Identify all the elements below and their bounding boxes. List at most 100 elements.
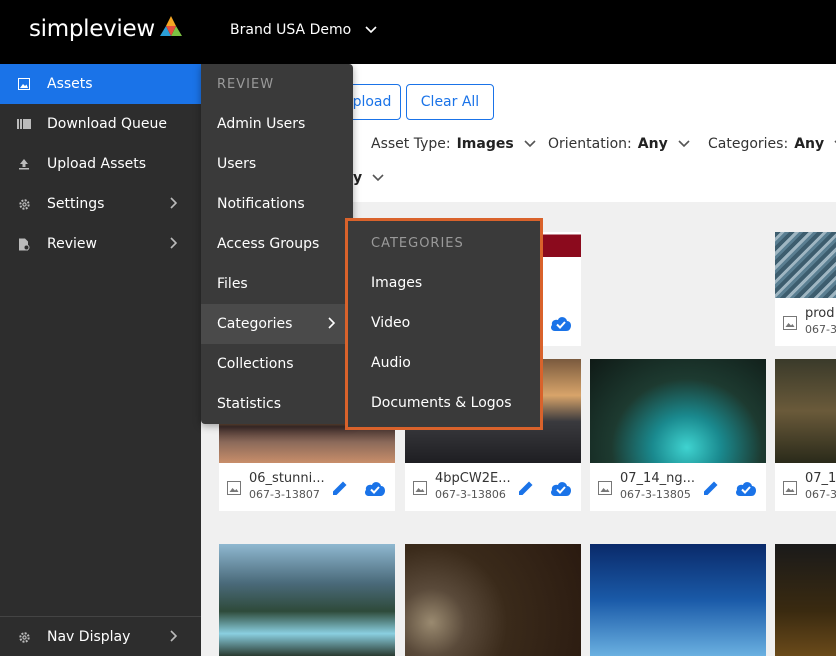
image-icon — [598, 481, 612, 495]
asset-card[interactable] — [775, 544, 836, 656]
brand-label: Brand USA Demo — [230, 22, 352, 38]
menu-item-label: Audio — [371, 355, 411, 371]
submenu-item-video[interactable]: Video — [350, 303, 538, 343]
categories-submenu: CATEGORIES Images Video Audio Documents … — [345, 218, 543, 430]
asset-code: 067-3-13807 — [249, 488, 320, 501]
asset-meta: 06_stunni... 067-3-13807 — [219, 463, 395, 511]
sidebar-item-label: Assets — [47, 76, 93, 92]
filter-label: Orientation: — [548, 136, 632, 152]
asset-code: 067-3 — [805, 488, 836, 501]
submenu-item-audio[interactable]: Audio — [350, 343, 538, 383]
asset-thumbnail[interactable] — [775, 544, 836, 656]
categories-filter[interactable]: Categories: Any — [708, 136, 836, 152]
chevron-down-icon — [524, 140, 536, 148]
filter-value: Any — [794, 136, 825, 152]
asset-name: 07_14 — [805, 471, 836, 486]
asset-thumbnail[interactable] — [775, 232, 836, 298]
gear-icon — [17, 630, 31, 644]
asset-code: 067-3-13805 — [620, 488, 691, 501]
submenu-item-documents-logos[interactable]: Documents & Logos — [350, 383, 538, 423]
sidebar-item-assets[interactable]: Assets — [0, 64, 201, 104]
filter-label: Asset Type: — [371, 136, 451, 152]
sidebar-item-download-queue[interactable]: Download Queue — [0, 104, 201, 144]
sidebar-item-nav-display[interactable]: Nav Display — [0, 616, 201, 656]
asset-card[interactable] — [590, 544, 766, 656]
menu-item-admin-users[interactable]: Admin Users — [201, 104, 353, 144]
orientation-filter[interactable]: Orientation: Any — [548, 136, 690, 152]
asset-thumbnail[interactable] — [590, 544, 766, 656]
asset-name: prod — [805, 306, 835, 321]
menu-item-notifications[interactable]: Notifications — [201, 184, 353, 224]
review-menu-heading: REVIEW — [217, 76, 275, 92]
pencil-icon[interactable] — [702, 479, 720, 497]
asset-meta: 07_14 067-3 — [775, 463, 836, 511]
chevron-right-icon — [328, 317, 335, 329]
asset-card[interactable]: 07_14_ng... 067-3-13805 — [590, 359, 766, 511]
menu-item-label: Documents & Logos — [371, 395, 512, 411]
asset-meta: 4bpCW2E... 067-3-13806 — [405, 463, 581, 511]
filter-value: Images — [456, 136, 514, 152]
menu-item-label: Admin Users — [217, 116, 306, 132]
image-icon — [17, 77, 31, 91]
menu-item-files[interactable]: Files — [201, 264, 353, 304]
asset-thumbnail[interactable] — [775, 359, 836, 463]
menu-item-label: Files — [217, 276, 248, 292]
filter-label: Categories: — [708, 136, 789, 152]
submenu-item-images[interactable]: Images — [350, 263, 538, 303]
asset-thumbnail[interactable] — [219, 544, 395, 656]
asset-thumbnail[interactable] — [405, 544, 581, 656]
pencil-icon[interactable] — [331, 479, 349, 497]
menu-item-label: Images — [371, 275, 423, 291]
sidebar-item-label: Download Queue — [47, 116, 168, 132]
cloud-check-icon[interactable] — [549, 479, 573, 497]
image-icon — [783, 481, 797, 495]
download-queue-icon — [17, 117, 31, 131]
chevron-down-icon — [372, 174, 384, 182]
menu-item-access-groups[interactable]: Access Groups — [201, 224, 353, 264]
chevron-right-icon — [170, 237, 177, 249]
clear-all-button[interactable]: Clear All — [406, 84, 494, 120]
asset-card[interactable]: 07_14 067-3 — [775, 359, 836, 511]
asset-type-filter[interactable]: Asset Type: Images — [371, 136, 536, 152]
brand-selector[interactable]: Brand USA Demo — [230, 22, 377, 38]
menu-item-collections[interactable]: Collections — [201, 344, 353, 384]
cloud-check-icon[interactable] — [363, 479, 387, 497]
asset-card[interactable] — [405, 544, 581, 656]
upload-icon — [17, 157, 31, 171]
asset-card[interactable]: prod 067-3 — [775, 232, 836, 346]
menu-item-users[interactable]: Users — [201, 144, 353, 184]
chevron-down-icon — [678, 140, 690, 148]
sidebar: Assets Download Queue Upload Assets Sett… — [0, 64, 201, 656]
image-icon — [227, 481, 241, 495]
asset-card[interactable] — [219, 544, 395, 656]
secondary-filter[interactable]: y — [353, 170, 384, 186]
clear-all-label: Clear All — [420, 94, 480, 110]
image-icon — [783, 316, 797, 330]
asset-thumbnail[interactable] — [590, 359, 766, 463]
simpleview-logo[interactable]: simpleview — [29, 16, 184, 42]
asset-name: 07_14_ng... — [620, 471, 695, 486]
chevron-right-icon — [170, 630, 177, 642]
sidebar-item-review[interactable]: Review — [0, 224, 201, 264]
sidebar-item-label: Upload Assets — [47, 156, 147, 172]
menu-item-label: Categories — [217, 316, 293, 332]
asset-name: 06_stunni... — [249, 471, 325, 486]
menu-item-label: Statistics — [217, 396, 281, 412]
menu-item-statistics[interactable]: Statistics — [201, 384, 353, 424]
menu-item-categories[interactable]: Categories — [201, 304, 353, 344]
filter-value: Any — [637, 136, 668, 152]
menu-item-label: Collections — [217, 356, 294, 372]
image-icon — [413, 481, 427, 495]
sidebar-item-label: Nav Display — [47, 628, 131, 645]
logo-mark-icon — [159, 16, 182, 36]
pencil-icon[interactable] — [517, 479, 535, 497]
chevron-down-icon — [365, 26, 377, 34]
sidebar-item-settings[interactable]: Settings — [0, 184, 201, 224]
cloud-check-icon[interactable] — [734, 479, 758, 497]
sidebar-item-upload-assets[interactable]: Upload Assets — [0, 144, 201, 184]
menu-item-label: Notifications — [217, 196, 305, 212]
review-menu: REVIEW Admin Users Users Notifications A… — [201, 64, 353, 424]
asset-meta: 07_14_ng... 067-3-13805 — [590, 463, 766, 511]
cloud-check-icon[interactable] — [549, 314, 573, 332]
menu-item-label: Access Groups — [217, 236, 320, 252]
